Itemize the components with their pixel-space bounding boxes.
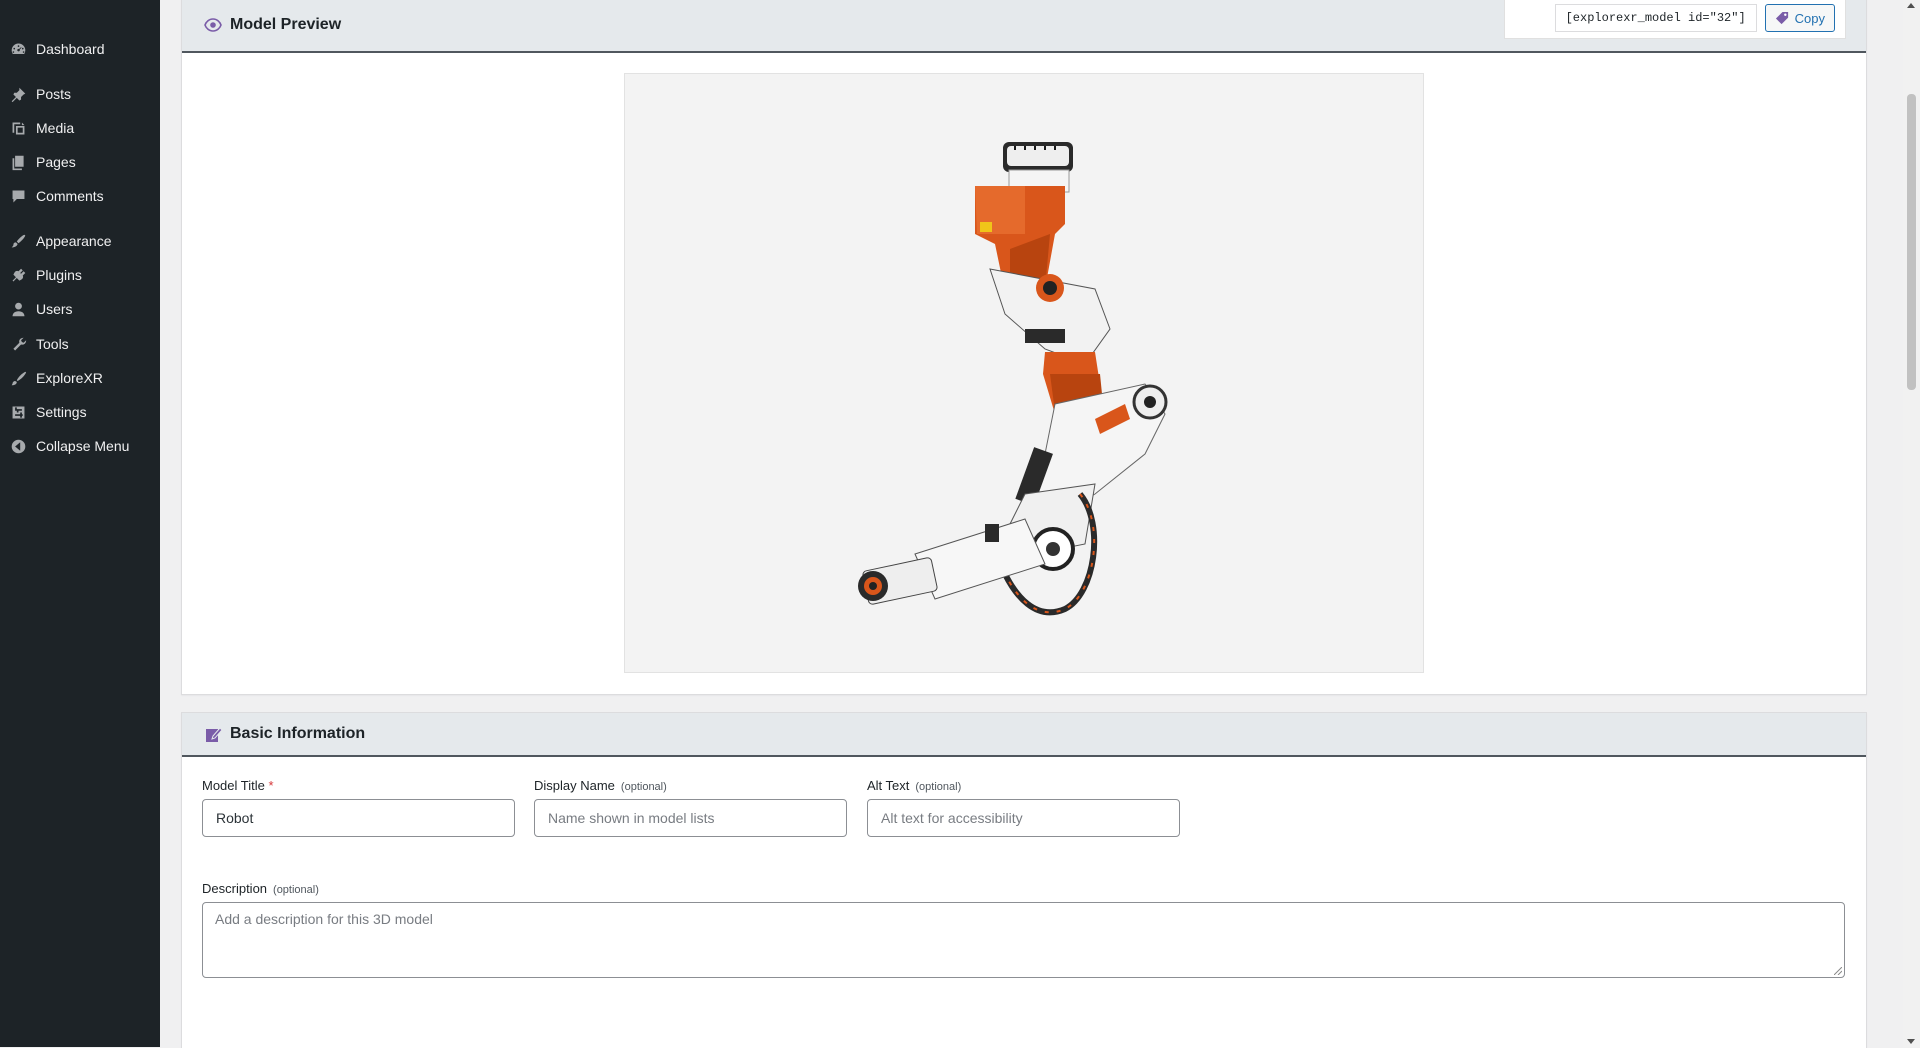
page-scrollbar[interactable] [1903,0,1920,1047]
alt-text-input[interactable] [867,799,1180,837]
media-icon [8,118,28,138]
menu-item-dashboard[interactable]: Dashboard [0,32,160,66]
optional-marker: (optional) [273,884,319,896]
menu-item-collapse[interactable]: Collapse Menu [0,429,160,463]
plugin-icon [8,265,28,285]
menu-item-settings[interactable]: Settings [0,395,160,429]
model-viewer[interactable] [624,73,1424,673]
menu-label: Comments [36,188,104,204]
basic-info-header: Basic Information [182,713,1866,757]
comment-icon [8,186,28,206]
menu-label: Collapse Menu [36,438,130,454]
menu-item-tools[interactable]: Tools [0,327,160,361]
scroll-down-icon[interactable] [1907,1039,1915,1044]
menu-item-posts[interactable]: Posts [0,77,160,111]
menu-label: Dashboard [36,41,105,57]
description-label-text: Description [202,881,268,896]
user-icon [8,299,28,319]
display-name-input[interactable] [534,799,847,837]
optional-marker: (optional) [620,781,667,793]
eye-icon [204,16,222,34]
basic-information-panel: Basic Information Model Title * Display … [181,712,1867,1048]
menu-label: Media [36,120,75,136]
menu-label: Posts [36,86,72,102]
menu-item-comments[interactable]: Comments [0,179,160,213]
pages-icon [8,152,28,172]
settings-icon [8,402,28,422]
model-title-label: Model Title * [202,778,274,793]
copy-label: Copy [1794,10,1825,26]
menu-label: ExploreXR [36,370,103,386]
menu-label: Pages [36,154,76,170]
description-textarea[interactable] [202,902,1845,978]
edit-icon [204,725,222,743]
display-name-label: Display Name (optional) [534,778,667,793]
pin-icon [8,84,28,104]
menu-label: Tools [36,336,69,352]
model-title-input[interactable] [202,799,515,837]
menu-item-explorexr[interactable]: ExploreXR [0,361,160,395]
scroll-up-icon[interactable] [1907,3,1915,8]
robot-arm-model[interactable] [625,74,1423,672]
shortcode-text[interactable]: [explorexr_model id="32"] [1554,4,1757,32]
description-label: Description (optional) [202,881,319,896]
model-title-label-text: Model Title [202,778,265,793]
dashboard-icon [8,39,28,59]
required-marker: * [268,778,274,793]
menu-label: Settings [36,404,87,420]
optional-marker: (optional) [915,781,962,793]
menu-item-users[interactable]: Users [0,292,160,326]
alt-text-label-text: Alt Text [867,778,910,793]
collapse-icon [8,436,28,456]
menu-item-media[interactable]: Media [0,111,160,145]
display-name-label-text: Display Name [534,778,615,793]
wrench-icon [8,334,28,354]
alt-text-label: Alt Text (optional) [867,778,961,793]
basic-info-title: Basic Information [230,725,366,742]
model-preview-panel: Model Preview [explorexr_model id="32"] … [181,0,1867,695]
paintbrush-icon [8,231,28,251]
menu-item-pages[interactable]: Pages [0,145,160,179]
admin-sidebar: Dashboard Posts Media Pages Comments App… [0,0,160,1047]
resize-grip-icon[interactable] [1834,967,1842,975]
brush-icon [8,368,28,388]
menu-item-plugins[interactable]: Plugins [0,258,160,292]
shortcode-bar: [explorexr_model id="32"] Copy [1504,0,1846,39]
menu-item-appearance[interactable]: Appearance [0,224,160,258]
menu-label: Plugins [36,267,82,283]
menu-label: Appearance [36,233,112,249]
menu-label: Users [36,301,73,317]
scroll-thumb[interactable] [1907,94,1916,390]
tag-icon [1775,11,1788,24]
copy-shortcode-button[interactable]: Copy [1764,4,1835,32]
preview-title: Model Preview [230,15,342,33]
